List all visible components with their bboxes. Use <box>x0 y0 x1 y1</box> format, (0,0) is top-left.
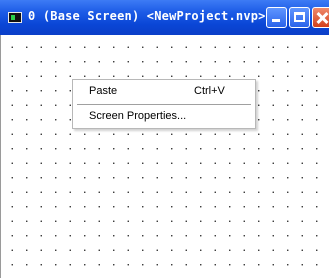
menu-item-label: Screen Properties... <box>89 110 187 122</box>
menu-item-shortcut: Ctrl+V <box>194 85 225 97</box>
maximize-button[interactable] <box>289 7 310 28</box>
window-title: 0 (Base Screen) <NewProject.nvp> <box>28 9 266 23</box>
menu-item-paste[interactable]: Paste Ctrl+V <box>73 83 255 101</box>
screen-window-icon <box>8 12 22 23</box>
screen-editor-window: 0 (Base Screen) <NewProject.nvp> Paste C… <box>0 0 329 278</box>
title-bar[interactable]: 0 (Base Screen) <NewProject.nvp> <box>0 0 329 35</box>
minimize-button[interactable] <box>266 7 287 28</box>
menu-item-label: Paste <box>89 85 118 97</box>
close-button[interactable] <box>312 7 329 28</box>
context-menu: Paste Ctrl+V Screen Properties... <box>72 79 256 129</box>
menu-separator <box>77 104 251 105</box>
screen-canvas[interactable] <box>0 35 329 278</box>
menu-item-screen-properties[interactable]: Screen Properties... <box>73 108 255 126</box>
